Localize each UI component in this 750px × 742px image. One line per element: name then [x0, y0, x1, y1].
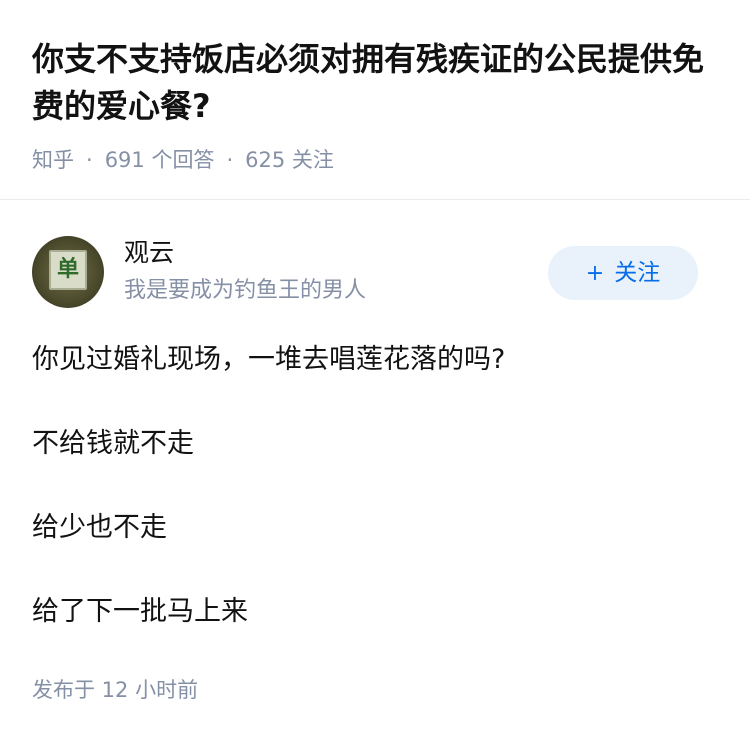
section-divider [0, 199, 750, 200]
meta-separator: · [226, 148, 234, 172]
mahjong-tile-icon: 单 [49, 250, 87, 290]
meta-separator: · [86, 148, 93, 172]
follow-button[interactable]: + 关注 [548, 246, 698, 300]
follow-button-label: 关注 [614, 260, 661, 286]
question-meta: 知乎 · 691 个回答 · 625 关注 [32, 145, 334, 175]
answer-paragraph: 你见过婚礼现场，一堆去唱莲花落的吗? [32, 344, 506, 375]
source-label[interactable]: 知乎 [32, 148, 74, 172]
author-row: 单 观云 我是要成为钓鱼王的男人 + 关注 [0, 230, 750, 310]
answer-count[interactable]: 691 个回答 [105, 148, 215, 172]
answer-paragraph: 给了下一批马上来 [32, 596, 248, 627]
avatar[interactable]: 单 [32, 236, 104, 308]
author-name[interactable]: 观云 [124, 236, 174, 270]
answer-paragraph: 给少也不走 [32, 512, 167, 543]
publish-time: 发布于 12 小时前 [32, 678, 199, 702]
avatar-glyph: 单 [56, 256, 79, 282]
question-title[interactable]: 你支不支持饭店必须对拥有残疾证的公民提供免费的爱心餐? [32, 36, 722, 130]
question-header: 你支不支持饭店必须对拥有残疾证的公民提供免费的爱心餐? 知乎 · 691 个回答 · 6… [0, 0, 750, 200]
author-bio: 我是要成为钓鱼王的男人 [124, 278, 367, 303]
answer-paragraph: 不给钱就不走 [32, 428, 194, 459]
follower-count[interactable]: 625 关注 [245, 148, 334, 172]
plus-icon: + [585, 261, 605, 286]
